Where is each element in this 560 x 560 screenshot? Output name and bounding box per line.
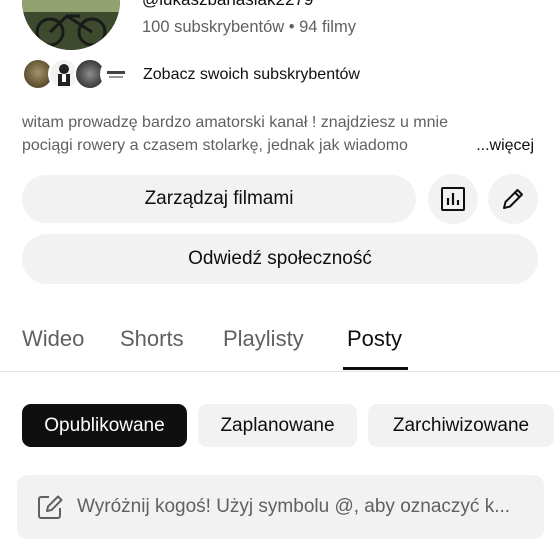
active-tab-indicator [343, 367, 408, 370]
subscribers-avatars[interactable] [22, 58, 132, 90]
more-link[interactable]: ...więcej [474, 134, 534, 157]
description-line: witam prowadzę bardzo amatorski kanał ! … [22, 114, 448, 131]
chip-label: Opublikowane [44, 414, 165, 436]
chip-label: Zarchiwizowane [392, 414, 530, 436]
visit-community-button[interactable]: Odwiedź społeczność [22, 234, 538, 284]
manage-videos-button[interactable]: Zarządzaj filmami [22, 175, 416, 223]
edit-channel-button[interactable] [488, 174, 538, 224]
manage-videos-label: Zarządzaj filmami [144, 188, 294, 209]
chip-archived[interactable]: Zarchiwizowane [368, 404, 554, 447]
tab-posty[interactable]: Posty [347, 326, 402, 352]
chip-label: Zaplanowane [220, 414, 335, 436]
compose-icon [38, 495, 63, 519]
pencil-icon [503, 189, 523, 209]
channel-description[interactable]: witam prowadzę bardzo amatorski kanał ! … [22, 111, 542, 157]
tab-shorts[interactable]: Shorts [120, 326, 184, 352]
see-subscribers-link[interactable]: Zobacz swoich subskrybentów [143, 66, 360, 84]
composer-placeholder: Wyróżnij kogoś! Użyj symbolu @, aby ozna… [77, 496, 511, 517]
analytics-button[interactable] [428, 174, 478, 224]
chip-published[interactable]: Opublikowane [22, 404, 187, 447]
visit-community-label: Odwiedź społeczność [188, 248, 372, 269]
channel-handle: @lukaszbanasiak2279 [142, 0, 313, 10]
post-composer[interactable]: Wyróżnij kogoś! Użyj symbolu @, aby ozna… [17, 475, 544, 539]
channel-avatar[interactable] [22, 0, 120, 50]
channel-tabs: Wideo Shorts Playlisty Posty [0, 318, 560, 372]
channel-stats: 100 subskrybentów • 94 filmy [142, 18, 356, 36]
analytics-icon [441, 187, 465, 211]
channel-avatar-image [22, 0, 120, 50]
subscriber-avatar [100, 58, 132, 90]
chip-scheduled[interactable]: Zaplanowane [198, 404, 357, 447]
tab-wideo[interactable]: Wideo [22, 326, 84, 352]
tab-playlisty[interactable]: Playlisty [223, 326, 304, 352]
